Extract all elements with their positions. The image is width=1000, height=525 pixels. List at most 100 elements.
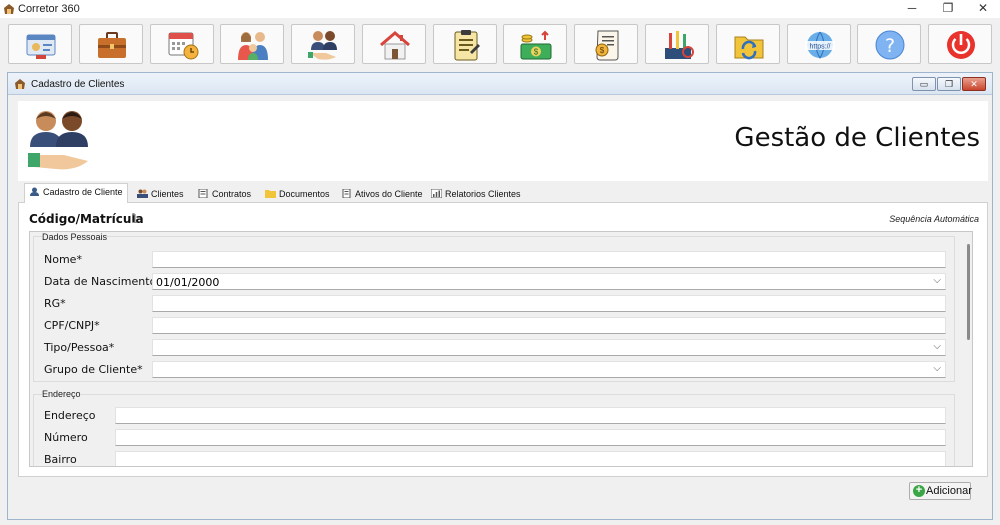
calendar-clock-icon <box>168 32 199 60</box>
toolbar-button-money[interactable]: $ <box>503 24 567 64</box>
toolbar-button-https[interactable]: https:// <box>787 24 851 64</box>
nome-label: Nome* <box>44 253 82 266</box>
toolbar-button-house[interactable] <box>362 24 426 64</box>
tab-panel-cadastro: Código/Matrícula 1 Sequência Automática … <box>18 203 988 477</box>
money-exchange-icon: $ <box>520 30 552 60</box>
power-icon <box>947 31 975 59</box>
bairro-label: Bairro <box>44 453 77 466</box>
child-window-title: Cadastro de Clientes <box>31 79 125 90</box>
nascimento-label: Data de Nascimento* <box>44 275 162 288</box>
tab-label: Clientes <box>151 189 184 199</box>
close-button[interactable]: ✕ <box>968 0 998 18</box>
add-button[interactable]: + Adicionar <box>909 482 972 500</box>
svg-text:?: ? <box>885 35 895 57</box>
tab-label: Relatorios Clientes <box>445 189 521 199</box>
endereco-label: Endereço <box>44 409 96 422</box>
help-icon: ? <box>875 30 905 60</box>
cpf-input[interactable] <box>152 317 946 334</box>
rg-input[interactable] <box>152 295 946 312</box>
minimize-button[interactable]: ─ <box>897 0 927 18</box>
child-minimize-button[interactable]: ▭ <box>912 77 936 91</box>
tab-label: Documentos <box>279 189 330 199</box>
toolbar-button-help[interactable]: ? <box>857 24 921 64</box>
tab-label: Ativos do Cliente <box>355 189 423 199</box>
page-title: Gestão de Clientes <box>734 123 980 153</box>
tab-documentos[interactable]: Documentos <box>260 185 335 203</box>
cpf-label: CPF/CNPJ* <box>44 319 100 332</box>
toolbar-button-folder-sync[interactable] <box>716 24 780 64</box>
clipboard-icon <box>454 30 480 61</box>
toolbar-button-invoice[interactable]: $ <box>574 24 638 64</box>
svg-text:https://: https:// <box>809 44 830 51</box>
address-group-label: Endereço <box>42 389 81 399</box>
tab-cadastro-cliente[interactable]: Cadastro de Cliente <box>24 183 128 204</box>
nascimento-date-picker[interactable]: 01/01/2000 ⌵ <box>152 273 946 290</box>
report-icon <box>431 189 442 198</box>
svg-text:$: $ <box>600 46 605 55</box>
title-bar: Corretor 360 ─ ❐ ✕ <box>0 0 1000 18</box>
code-label: Código/Matrícula <box>29 212 144 226</box>
main-toolbar: $ $ https:// ? <box>0 18 1000 68</box>
chevron-down-icon[interactable]: ⌵ <box>933 275 941 286</box>
add-button-label: Adicionar <box>926 485 972 497</box>
toolbar-button-power[interactable] <box>928 24 992 64</box>
personal-data-group-label: Dados Pessoais <box>42 232 108 242</box>
users-icon <box>137 189 148 198</box>
clients-handshake-icon <box>308 31 337 60</box>
bairro-input[interactable] <box>115 451 946 466</box>
child-restore-button[interactable]: ❐ <box>937 77 961 91</box>
tools-icon <box>665 31 694 59</box>
app-logo-icon <box>4 4 14 14</box>
maximize-button[interactable]: ❐ <box>933 0 963 18</box>
numero-label: Número <box>44 431 88 444</box>
toolbar-button-clipboard[interactable] <box>433 24 497 64</box>
grupo-select[interactable]: ⌵ <box>152 361 946 378</box>
clients-handshake-icon <box>28 111 88 170</box>
user-card-icon <box>30 187 39 196</box>
tab-ativos-cliente[interactable]: Ativos do Cliente <box>336 185 428 203</box>
https-globe-icon: https:// <box>805 31 835 59</box>
toolbar-button-calendar[interactable] <box>150 24 214 64</box>
toolbar-button-briefcase[interactable] <box>79 24 143 64</box>
code-value: 1 <box>131 212 139 226</box>
app-logo-icon <box>15 79 25 89</box>
chevron-down-icon[interactable]: ⌵ <box>933 363 941 374</box>
toolbar-button-tools[interactable] <box>645 24 709 64</box>
app-title: Corretor 360 <box>18 3 80 15</box>
tab-label: Contratos <box>212 189 252 199</box>
client-registration-window: Cadastro de Clientes ▭ ❐ ✕ Gestão de Cli… <box>7 72 993 520</box>
child-window-titlebar: Cadastro de Clientes ▭ ❐ ✕ <box>8 73 992 95</box>
plus-icon: + <box>913 485 925 497</box>
toolbar-button-family[interactable] <box>220 24 284 64</box>
document-icon <box>342 189 351 198</box>
id-card-icon <box>26 34 56 59</box>
tab-relatorios-clientes[interactable]: Relatorios Clientes <box>426 185 526 203</box>
folder-icon <box>265 190 276 198</box>
scrollbar-thumb[interactable] <box>967 244 970 340</box>
grupo-label: Grupo de Cliente* <box>44 363 143 376</box>
briefcase-icon <box>98 32 126 58</box>
tipo-label: Tipo/Pessoa* <box>44 341 115 354</box>
tab-contratos[interactable]: Contratos <box>193 185 256 203</box>
tab-strip: Cadastro de Cliente Clientes Contratos D… <box>18 183 988 204</box>
house-icon <box>380 31 410 60</box>
rg-label: RG* <box>44 297 66 310</box>
page-header: Gestão de Clientes <box>18 101 988 181</box>
folder-sync-icon <box>734 36 764 60</box>
svg-text:$: $ <box>534 48 539 57</box>
form-scroll-area[interactable]: Dados Pessoais Nome* Data de Nascimento*… <box>29 231 973 467</box>
vertical-scrollbar[interactable] <box>966 234 972 466</box>
contract-icon <box>198 189 208 198</box>
endereco-input[interactable] <box>115 407 946 424</box>
chevron-down-icon[interactable]: ⌵ <box>933 341 941 352</box>
child-close-button[interactable]: ✕ <box>962 77 986 91</box>
tab-label: Cadastro de Cliente <box>43 187 123 197</box>
family-icon <box>238 32 268 60</box>
nome-input[interactable] <box>152 251 946 268</box>
tipo-select[interactable]: ⌵ <box>152 339 946 356</box>
toolbar-button-clients[interactable] <box>291 24 355 64</box>
invoice-scroll-icon: $ <box>595 30 619 61</box>
toolbar-button-id-card[interactable] <box>8 24 72 64</box>
tab-clientes[interactable]: Clientes <box>132 185 189 203</box>
numero-input[interactable] <box>115 429 946 446</box>
